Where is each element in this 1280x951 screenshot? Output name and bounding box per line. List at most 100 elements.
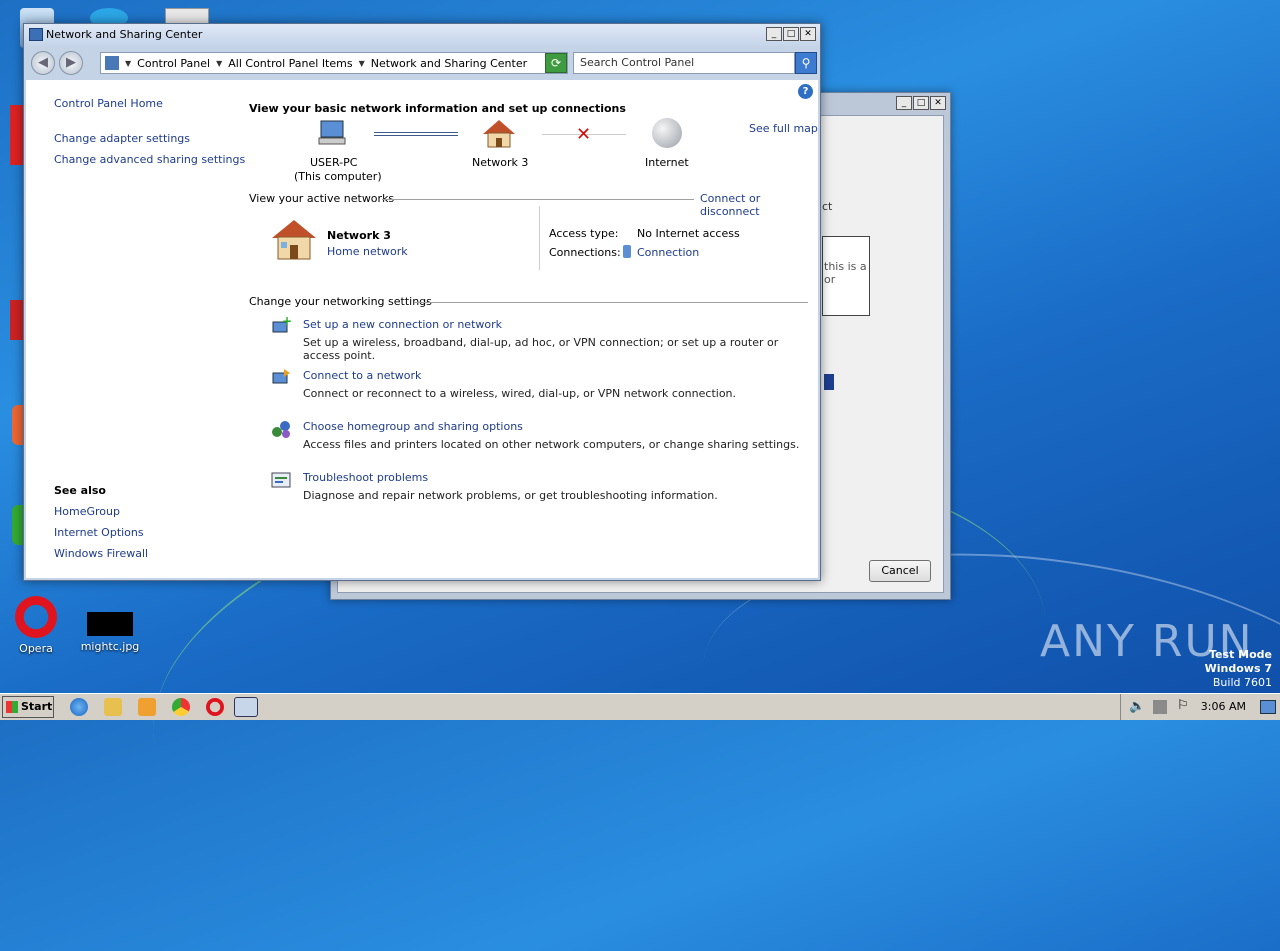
sidebar-link-advanced-sharing[interactable]: Change advanced sharing settings (54, 153, 245, 166)
dialog-text-fragment: ct (822, 200, 833, 213)
internet-explorer-icon[interactable] (70, 698, 88, 716)
task-troubleshoot-desc: Diagnose and repair network problems, or… (303, 489, 718, 502)
start-button[interactable]: Start (2, 696, 54, 718)
see-also-heading: See also (54, 484, 106, 497)
task-troubleshoot-link[interactable]: Troubleshoot problems (303, 471, 428, 484)
task-connect-network-link[interactable]: Connect to a network (303, 369, 421, 382)
breadcrumb-all-items[interactable]: All Control Panel Items (228, 57, 352, 70)
homegroup-icon (270, 418, 292, 440)
network-sharing-center-window: Network and Sharing Center _ □ ✕ ◀ ▶ ▼ C… (23, 23, 821, 581)
network-location-icon (105, 56, 119, 70)
opera-icon (15, 596, 57, 638)
active-network-type-link[interactable]: Home network (327, 245, 408, 258)
breadcrumb-control-panel[interactable]: Control Panel (137, 57, 210, 70)
desktop-icon-label: Opera (19, 642, 53, 655)
sidebar-link-adapter-settings[interactable]: Change adapter settings (54, 132, 190, 145)
network-center-taskbar-icon[interactable] (234, 697, 258, 717)
divider (382, 199, 694, 200)
home-network-large-icon (270, 218, 318, 262)
minimize-button[interactable]: _ (896, 96, 912, 110)
chrome-icon[interactable] (172, 698, 190, 716)
close-button[interactable]: ✕ (930, 96, 946, 110)
internet-label: Internet (645, 156, 689, 169)
network-name: Network 3 (472, 156, 529, 169)
sidebar-link-control-panel-home[interactable]: Control Panel Home (54, 97, 163, 110)
new-connection-icon: + (270, 314, 292, 338)
active-network-name: Network 3 (327, 229, 391, 242)
refresh-button[interactable]: ⟳ (545, 53, 567, 73)
dialog-text-fragment: or (824, 273, 836, 286)
window-title: Network and Sharing Center (46, 28, 203, 41)
system-tray: 🔈 ⚐ 3:06 AM (1120, 694, 1280, 720)
chevron-right-icon[interactable]: ▼ (125, 59, 131, 68)
clock[interactable]: 3:06 AM (1201, 700, 1246, 713)
access-type-label: Access type: (549, 227, 619, 240)
globe-icon[interactable] (652, 118, 682, 148)
opera-icon[interactable] (206, 698, 224, 716)
change-settings-heading: Change your networking settings (249, 295, 432, 308)
home-network-icon[interactable] (482, 118, 516, 150)
network-app-icon (29, 28, 43, 41)
watermark-line: Test Mode (1209, 648, 1272, 661)
file-explorer-icon[interactable] (104, 698, 122, 716)
image-file-icon (87, 612, 133, 636)
connection-line (374, 132, 458, 136)
connection-link[interactable]: Connection (637, 246, 699, 259)
task-homegroup-link[interactable]: Choose homegroup and sharing options (303, 420, 523, 433)
back-button[interactable]: ◀ (31, 51, 55, 75)
computer-name: USER-PC (310, 156, 358, 169)
task-homegroup-desc: Access files and printers located on oth… (303, 438, 800, 451)
divider (414, 302, 808, 303)
network-tray-icon[interactable] (1153, 700, 1167, 714)
start-label: Start (21, 700, 53, 713)
access-type-value: No Internet access (637, 227, 740, 240)
svg-text:+: + (282, 316, 292, 328)
search-icon[interactable]: ⚲ (795, 52, 817, 74)
close-button[interactable]: ✕ (800, 27, 816, 41)
taskbar: Start 🔈 ⚐ 3:06 AM (0, 693, 1280, 720)
search-input[interactable]: Search Control Panel (573, 52, 795, 74)
task-setup-connection-link[interactable]: Set up a new connection or network (303, 318, 502, 331)
desktop-icon-mightc[interactable]: mightc.jpg (78, 612, 142, 653)
dialog-progress-fragment (824, 374, 834, 390)
forward-button[interactable]: ▶ (59, 51, 83, 75)
maximize-button[interactable]: □ (783, 27, 799, 41)
address-bar[interactable]: ▼ Control Panel ▼ All Control Panel Item… (100, 52, 568, 74)
computer-icon (317, 118, 347, 148)
chevron-right-icon[interactable]: ▼ (216, 59, 222, 68)
maximize-button[interactable]: □ (913, 96, 929, 110)
breadcrumb-network-center[interactable]: Network and Sharing Center (371, 57, 527, 70)
no-connection-icon: ✕ (576, 124, 592, 145)
task-connect-network-desc: Connect or reconnect to a wireless, wire… (303, 387, 737, 400)
media-player-icon[interactable] (138, 698, 156, 716)
app-shortcut-icon[interactable] (10, 300, 24, 340)
chevron-right-icon[interactable]: ▼ (359, 59, 365, 68)
connect-network-icon (270, 367, 292, 389)
volume-icon[interactable]: 🔈 (1129, 699, 1145, 714)
dialog-text-fragment: this is a (824, 260, 867, 273)
test-mode-watermark: Test Mode Windows 7 Build 7601 (1205, 648, 1272, 690)
computer-subtitle: (This computer) (294, 170, 382, 183)
see-also-internet-options[interactable]: Internet Options (54, 526, 144, 539)
help-icon[interactable]: ? (798, 84, 813, 99)
see-also-windows-firewall[interactable]: Windows Firewall (54, 547, 148, 560)
title-bar[interactable]: Network and Sharing Center _ □ ✕ (24, 24, 820, 46)
flag-icon[interactable]: ⚐ (1177, 698, 1189, 713)
see-also-homegroup[interactable]: HomeGroup (54, 505, 120, 518)
watermark-line: Windows 7 (1204, 662, 1272, 675)
minimize-button[interactable]: _ (766, 27, 782, 41)
desktop-icon-opera[interactable]: Opera (4, 596, 68, 655)
divider (539, 206, 540, 270)
address-row: ◀ ▶ ▼ Control Panel ▼ All Control Panel … (24, 48, 820, 78)
content-pane: ? Control Panel Home Change adapter sett… (26, 80, 818, 578)
window-controls: _ □ ✕ (766, 27, 816, 41)
window-controls: _ □ ✕ (896, 96, 946, 110)
app-shortcut-icon[interactable] (10, 105, 24, 165)
active-networks-heading: View your active networks (249, 192, 395, 205)
cancel-button[interactable]: Cancel (869, 560, 931, 582)
watermark-line: Build 7601 (1212, 676, 1272, 689)
see-full-map-link[interactable]: See full map (749, 122, 818, 135)
connect-disconnect-link[interactable]: Connect or disconnect (700, 192, 818, 218)
ethernet-icon (623, 245, 631, 258)
show-desktop-icon[interactable] (1260, 700, 1276, 714)
